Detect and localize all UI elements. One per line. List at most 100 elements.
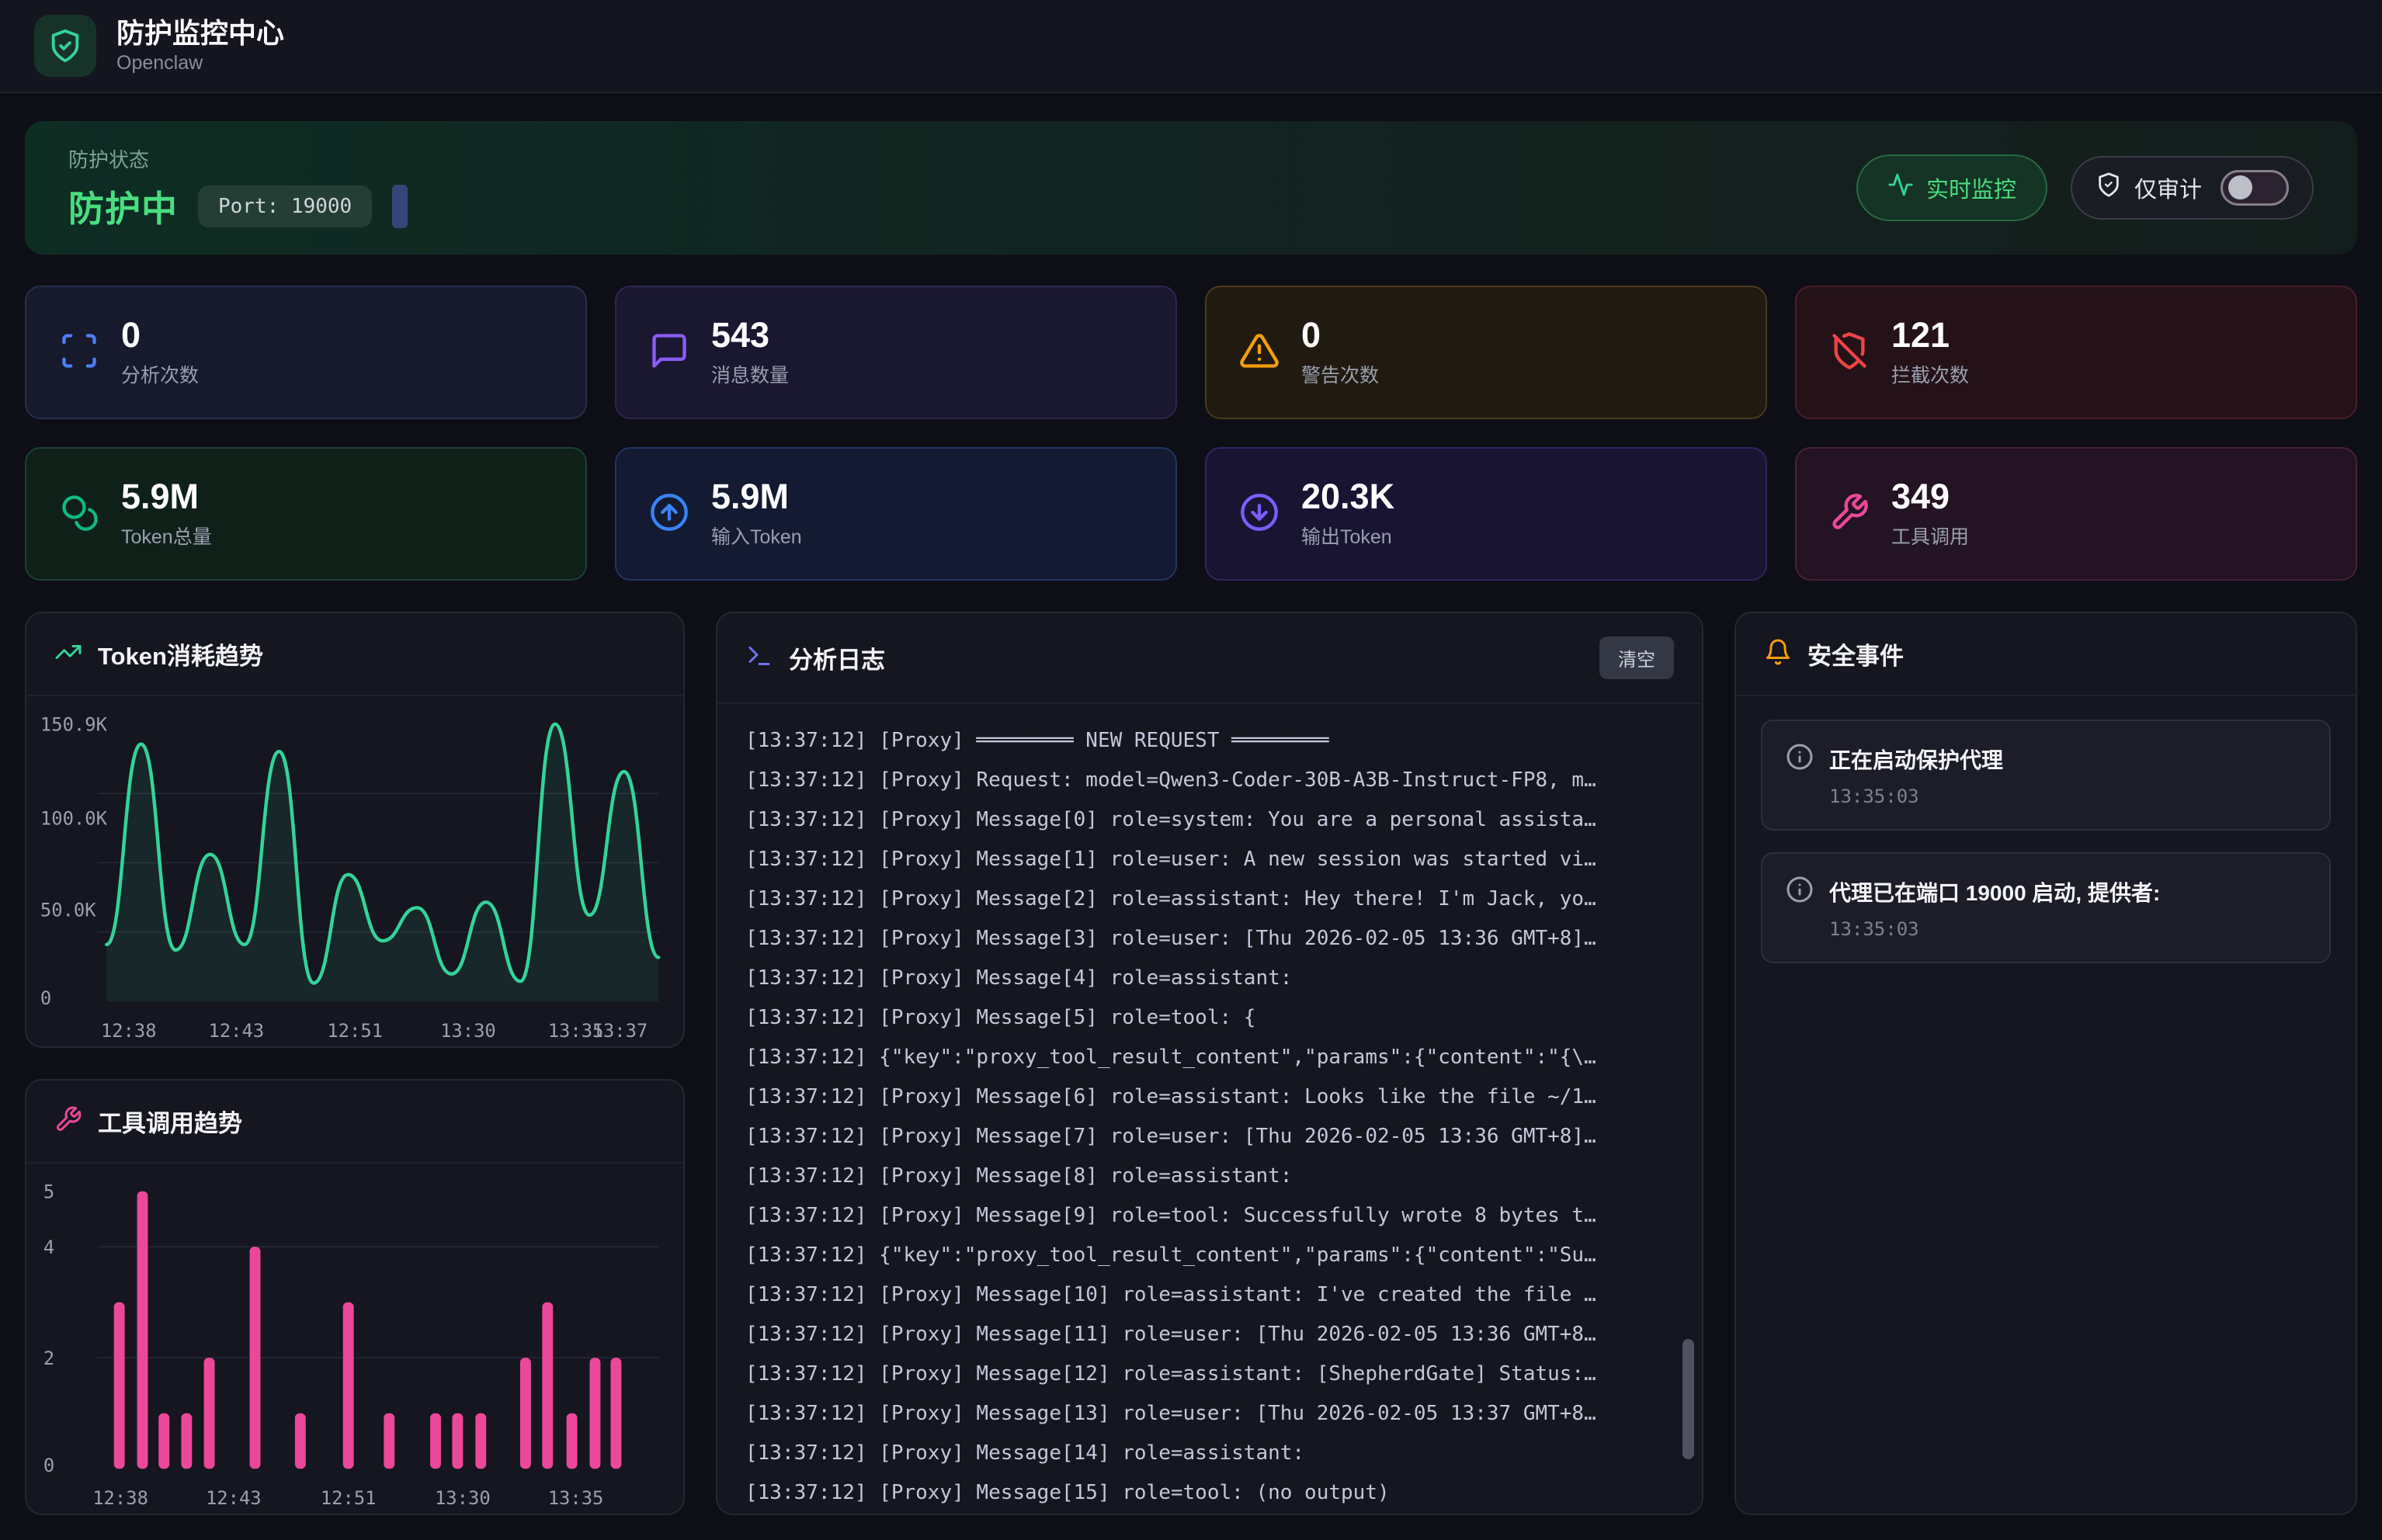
svg-text:13:35: 13:35 <box>548 1487 604 1509</box>
stat-text: 121 拦截次数 <box>1891 317 1969 387</box>
svg-text:5: 5 <box>43 1181 54 1203</box>
log-line: [13:37:12] [Proxy] Message[5] role=tool:… <box>745 1006 1256 1029</box>
stat-text: 20.3K 输出Token <box>1301 478 1394 549</box>
token-trend-title: Token消耗趋势 <box>98 643 263 670</box>
app-heading: 防护监控中心 Openclaw <box>116 17 284 75</box>
event-time: 13:35:03 <box>1829 786 1919 807</box>
stat-card: 349 工具调用 <box>1795 447 2357 581</box>
tool-trend-title: 工具调用趋势 <box>98 1110 242 1137</box>
stat-label: 消息数量 <box>711 364 790 387</box>
log-scrollbar-thumb[interactable] <box>1682 1339 1694 1459</box>
log-output[interactable]: [13:37:12] [Proxy] ════════ NEW REQUEST … <box>717 704 1702 1514</box>
log-line: [13:37:12] [Proxy] Message[10] role=assi… <box>745 1283 1596 1306</box>
log-line: [13:37:12] [Proxy] Message[1] role=user:… <box>745 848 1596 871</box>
log-line: [13:37:12] [Proxy] Message[12] role=assi… <box>745 1362 1596 1386</box>
log-line: [13:37:12] {"key":"proxy_tool_result_con… <box>745 1046 1596 1069</box>
stat-card: 5.9M 输入Token <box>615 447 1177 581</box>
trending-up-icon <box>54 638 82 670</box>
stat-label: 工具调用 <box>1891 525 1970 548</box>
stat-text: 5.9M Token总量 <box>121 478 212 549</box>
log-line: [13:37:12] [Proxy] Message[6] role=assis… <box>745 1085 1596 1108</box>
token-trend-panel: Token消耗趋势 0 50.0K 100.0K 150.9K 12:38 12:43 12… <box>25 612 685 1048</box>
realtime-monitor-label: 实时监控 <box>1925 178 2016 203</box>
stat-label: 拦截次数 <box>1891 364 1970 387</box>
stat-label: 警告次数 <box>1301 364 1380 387</box>
stat-text: 0 警告次数 <box>1301 317 1379 387</box>
svg-text:100.0K: 100.0K <box>40 807 108 829</box>
log-line: [13:37:12] [Proxy] Message[8] role=assis… <box>745 1164 1293 1188</box>
svg-text:13:30: 13:30 <box>435 1487 491 1509</box>
log-line: [13:37:12] [Proxy] Message[0] role=syste… <box>745 808 1596 831</box>
svg-text:150.9K: 150.9K <box>40 714 108 736</box>
main-grid: Token消耗趋势 0 50.0K 100.0K 150.9K 12:38 12:43 12… <box>25 612 2357 1515</box>
clear-log-button[interactable]: 清空 <box>1599 636 1674 679</box>
terminal-icon <box>745 642 773 674</box>
stat-card: 543 消息数量 <box>615 286 1177 419</box>
arrow-up-circle-icon <box>649 492 689 536</box>
realtime-monitor-button[interactable]: 实时监控 <box>1856 154 2047 221</box>
scan-icon <box>59 331 99 375</box>
log-line: [13:37:12] [Proxy] ════════ NEW REQUEST … <box>745 729 1329 752</box>
stat-text: 0 分析次数 <box>121 317 199 387</box>
page-title: 防护监控中心 <box>116 16 285 49</box>
toggle-knob <box>2228 175 2252 199</box>
protection-dashboard: 防护监控中心 Openclaw 防护状态 防护中 Port: 19000 实时监… <box>0 0 2382 1540</box>
activity-icon <box>1887 172 1914 204</box>
tool-trend-panel: 工具调用趋势 0 2 4 5 12:38 12:43 12:51 13:30 13:35 <box>25 1079 685 1515</box>
svg-text:12:51: 12:51 <box>327 1020 383 1042</box>
stat-value: 349 <box>1891 477 1950 517</box>
stat-label: 输入Token <box>711 525 802 548</box>
stat-card: 0 警告次数 <box>1205 286 1767 419</box>
audit-only-label: 仅审计 <box>2134 178 2202 203</box>
message-icon <box>649 331 689 375</box>
info-icon <box>1786 743 1814 775</box>
log-line: [13:37:12] [Proxy] Request: model=Qwen3-… <box>745 768 1596 792</box>
event-title: 正在启动保护代理 <box>1829 747 2004 772</box>
stat-text: 5.9M 输入Token <box>711 478 802 549</box>
protection-status-banner: 防护状态 防护中 Port: 19000 实时监控 仅审计 <box>25 121 2357 255</box>
stat-value: 20.3K <box>1301 477 1395 517</box>
security-events-panel: 安全事件 正在启动保护代理 13:35:03 代理已在端口 19000 启动, … <box>1734 612 2357 1515</box>
status-left: 防护状态 防护中 Port: 19000 <box>68 144 408 232</box>
security-events-title: 安全事件 <box>1807 643 1904 670</box>
svg-text:12:43: 12:43 <box>206 1487 262 1509</box>
security-events-list: 正在启动保护代理 13:35:03 代理已在端口 19000 启动, 提供者: … <box>1736 696 2356 987</box>
stat-card: 5.9M Token总量 <box>25 447 587 581</box>
port-badge: Port: 19000 <box>198 185 373 227</box>
svg-text:12:51: 12:51 <box>321 1487 377 1509</box>
wrench-icon <box>1829 492 1870 536</box>
stat-label: 分析次数 <box>121 364 200 387</box>
shield-off-icon <box>1829 331 1870 375</box>
stat-text: 543 消息数量 <box>711 317 789 387</box>
log-line: [13:37:12] [Proxy] Message[9] role=tool:… <box>745 1204 1596 1227</box>
log-line: [13:37:12] [Proxy] Message[7] role=user:… <box>745 1125 1596 1148</box>
svg-text:12:38: 12:38 <box>101 1020 157 1042</box>
analysis-log-panel: 分析日志 清空 [13:37:12] [Proxy] ════════ NEW … <box>716 612 1703 1515</box>
tool-trend-chart: 0 2 4 5 12:38 12:43 12:51 13:30 13:35 <box>26 1164 683 1514</box>
status-value: 防护中 <box>68 188 178 229</box>
stat-value: 5.9M <box>121 477 200 517</box>
svg-text:4: 4 <box>43 1237 54 1258</box>
page-subtitle: Openclaw <box>116 52 203 75</box>
shield-check-icon <box>34 15 96 77</box>
stat-card: 20.3K 输出Token <box>1205 447 1767 581</box>
log-line: [13:37:12] [Proxy] Message[2] role=assis… <box>745 887 1596 910</box>
wrench-icon <box>54 1105 82 1137</box>
stat-value: 5.9M <box>711 477 790 517</box>
event-time: 13:35:03 <box>1829 918 1919 940</box>
stat-card: 121 拦截次数 <box>1795 286 2357 419</box>
svg-text:2: 2 <box>43 1348 54 1369</box>
log-line: [13:37:12] [Proxy] Message[3] role=user:… <box>745 927 1596 950</box>
stat-label: Token总量 <box>121 525 212 548</box>
svg-text:50.0K: 50.0K <box>40 900 96 921</box>
stat-text: 349 工具调用 <box>1891 478 1969 549</box>
log-line: [13:37:12] [Proxy] Message[4] role=assis… <box>745 966 1293 990</box>
audit-only-toggle[interactable] <box>2221 170 2289 206</box>
audit-only-control[interactable]: 仅审计 <box>2070 156 2314 220</box>
info-icon <box>1786 876 1814 907</box>
log-line: [13:37:12] [Proxy] Message[13] role=user… <box>745 1402 1596 1425</box>
log-line: [13:37:12] {"key":"proxy_tool_result_con… <box>745 1243 1596 1267</box>
stat-card: 0 分析次数 <box>25 286 587 419</box>
svg-text:13:37: 13:37 <box>592 1020 648 1042</box>
stat-value: 121 <box>1891 315 1950 356</box>
